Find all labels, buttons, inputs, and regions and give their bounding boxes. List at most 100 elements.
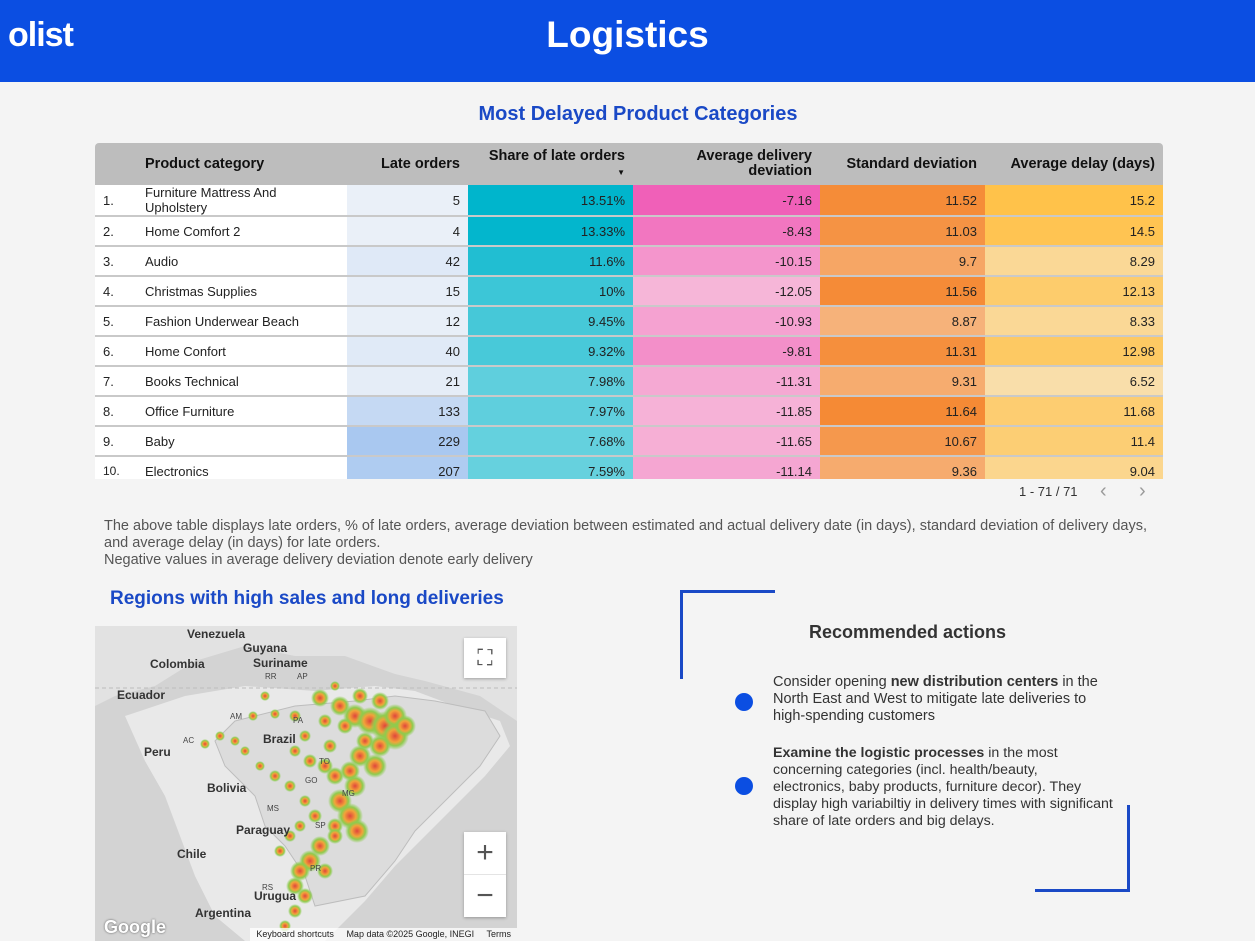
heat-point [294,820,306,832]
action-1-bold: new distribution centers [890,674,1059,690]
bullet-icon [735,777,753,795]
table-row[interactable]: 9. Baby 229 7.68% -11.65 10.67 11.4 [95,426,1163,457]
share-cell: 9.45% [468,306,633,337]
category-cell: Audio [137,246,347,277]
deviation-cell: -8.43 [633,216,820,247]
header-bar: olist Logistics [0,0,1255,82]
column-header-late-orders[interactable]: Late orders [347,143,468,185]
late-orders-cell: 207 [347,456,468,479]
heat-point [303,754,317,768]
heat-point [260,691,270,701]
category-cell: Home Comfort 2 [137,216,347,247]
category-cell: Home Confort [137,336,347,367]
std-cell: 11.64 [820,396,985,427]
map-label-brazil: Brazil [263,732,296,746]
heat-point [297,888,313,904]
late-orders-cell: 229 [347,426,468,457]
rank-header [95,143,137,185]
category-cell: Furniture Mattress And Upholstery [137,185,347,217]
map-label-suriname: Suriname [253,656,308,670]
next-page-button[interactable]: › [1139,480,1146,503]
rank-cell: 3. [95,246,137,277]
column-header-share-label: Share of late orders [488,147,625,164]
std-cell: 11.03 [820,216,985,247]
bracket-top-left [680,590,775,679]
state-label: RR [265,672,277,681]
rank-cell: 1. [95,185,137,217]
actions-title: Recommended actions [809,622,1007,642]
std-cell: 9.36 [820,456,985,479]
fullscreen-button[interactable]: ⛶ [464,638,506,678]
delayed-categories-table[interactable]: Product category Late orders Share of la… [95,143,1163,479]
delay-cell: 11.4 [985,426,1163,457]
google-logo[interactable]: Google [104,917,166,938]
column-header-delay[interactable]: Average delay (days) [985,143,1163,185]
column-header-std[interactable]: Standard deviation [820,143,985,185]
table-description: The above table displays late orders, % … [104,518,1164,569]
table-row[interactable]: 2. Home Comfort 2 4 13.33% -8.43 11.03 14.5 [95,216,1163,247]
state-label: RS [262,883,274,892]
map-label-argentina: Argentina [195,906,252,920]
std-cell: 10.67 [820,426,985,457]
rank-cell: 10. [95,456,137,479]
map-footer: Keyboard shortcuts Map data ©2025 Google… [250,928,517,941]
column-header-deviation[interactable]: Average delivery deviation [633,143,820,185]
heat-point [363,754,387,778]
heat-point [200,739,210,749]
share-cell: 11.6% [468,246,633,277]
table-row[interactable]: 10. Electronics 207 7.59% -11.14 9.36 9.04 [95,456,1163,479]
state-label: AC [183,736,195,745]
prev-page-button[interactable]: ‹ [1100,480,1107,503]
page-title: Logistics [546,14,709,55]
table-row[interactable]: 5. Fashion Underwear Beach 12 9.45% -10.93 8.… [95,306,1163,337]
std-cell: 11.56 [820,276,985,307]
map-data-attribution: Map data ©2025 Google, INEGI [346,929,475,939]
heat-point [289,745,301,757]
zoom-in-button[interactable]: + [464,832,506,875]
table-row[interactable]: 8. Office Furniture 133 7.97% -11.85 11.64 11.… [95,396,1163,427]
deviation-cell: -12.05 [633,276,820,307]
column-header-category[interactable]: Product category [137,143,347,185]
category-cell: Baby [137,426,347,457]
table-row[interactable]: 6. Home Confort 40 9.32% -9.81 11.31 12.98 [95,336,1163,367]
heat-point [311,689,329,707]
late-orders-cell: 12 [347,306,468,337]
heat-point [269,770,281,782]
delay-cell: 12.13 [985,276,1163,307]
delay-cell: 12.98 [985,336,1163,367]
share-cell: 7.98% [468,366,633,397]
heat-point [248,711,258,721]
map-title: Regions with high sales and long deliver… [110,588,504,609]
keyboard-shortcuts-link[interactable]: Keyboard shortcuts [256,929,334,939]
table-row[interactable]: 7. Books Technical 21 7.98% -11.31 9.31 6.52 [95,366,1163,397]
state-label: GO [305,776,318,785]
zoom-controls: + − [464,832,506,917]
category-cell: Fashion Underwear Beach [137,306,347,337]
late-orders-cell: 15 [347,276,468,307]
column-header-share[interactable]: Share of late orders ▼ [468,143,633,185]
deviation-cell: -11.65 [633,426,820,457]
state-label: AP [297,672,308,681]
category-cell: Books Technical [137,366,347,397]
zoom-out-button[interactable]: − [464,875,506,917]
pagination-text: 1 - 71 / 71 [1019,484,1078,499]
std-cell: 8.87 [820,306,985,337]
heat-point [215,731,225,741]
map-label-paraguay: Paraguay [236,823,291,837]
delay-cell: 9.04 [985,456,1163,479]
map-label-venezuela: Venezuela [187,627,246,641]
table-row[interactable]: 4. Christmas Supplies 15 10% -12.05 11.56 12.1… [95,276,1163,307]
heat-point [230,736,240,746]
terms-link[interactable]: Terms [487,929,512,939]
map-label-ecuador: Ecuador [117,688,166,702]
description-line-1: The above table displays late orders, % … [104,518,1147,551]
table-row[interactable]: 1. Furniture Mattress And Upholstery 5 13.5… [95,185,1163,217]
share-cell: 7.97% [468,396,633,427]
action-1-pre: Consider opening [773,674,891,690]
map-label-peru: Peru [144,745,171,759]
table-row[interactable]: 3. Audio 42 11.6% -10.15 9.7 8.29 [95,246,1163,277]
heat-point [394,715,416,737]
std-cell: 11.31 [820,336,985,367]
heatmap[interactable]: Venezuela Guyana Suriname Colombia Ecuad… [95,626,517,941]
heat-point [318,714,332,728]
